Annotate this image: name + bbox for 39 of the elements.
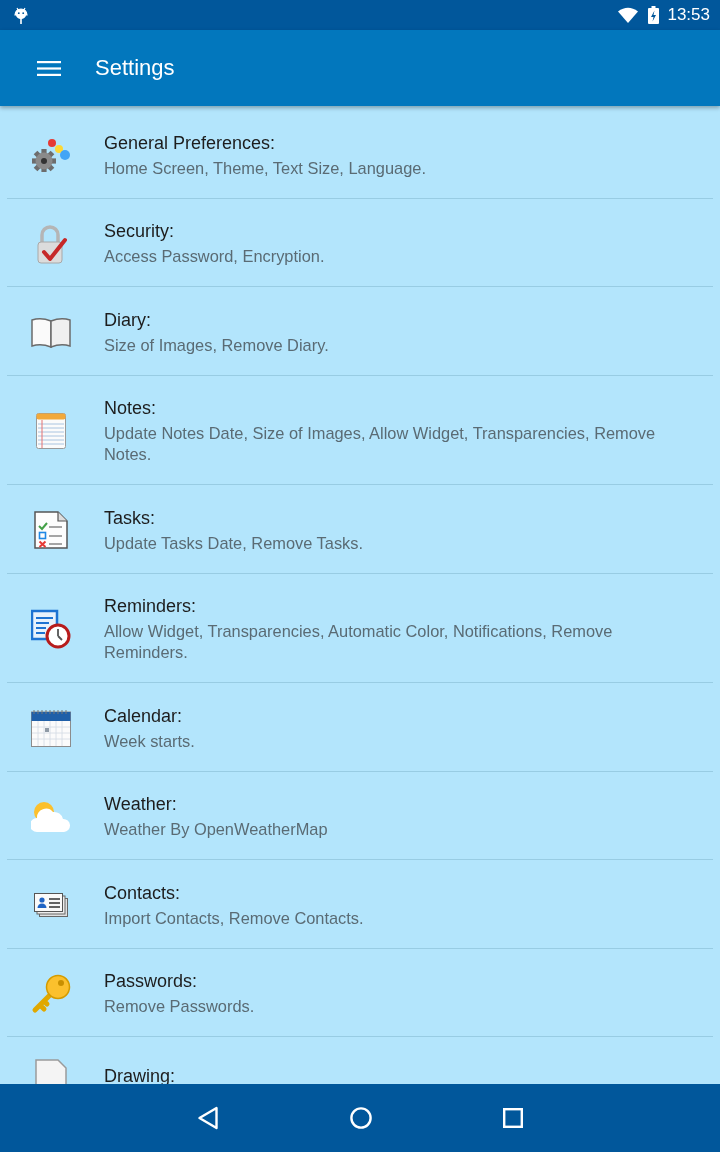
setting-title[interactable]: Diary: <box>104 308 151 331</box>
setting-summary: Remove Passwords. <box>104 996 255 1017</box>
sun-cloud-icon <box>31 800 71 833</box>
padlock-icon <box>35 223 67 264</box>
setting-summary: Update Tasks Date, Remove Tasks. <box>104 532 364 554</box>
setting-summary: Week starts. <box>104 730 195 752</box>
setting-title[interactable]: Reminders: <box>104 595 197 617</box>
back-icon[interactable] <box>197 1106 219 1130</box>
checklist-icon <box>34 511 68 549</box>
setting-summary: Access Password, Encryption. <box>104 246 325 267</box>
setting-summary: Weather By OpenWeatherMap <box>104 819 328 840</box>
setting-summary: Import Contacts, Remove Contacts. <box>104 907 364 929</box>
setting-title[interactable]: Tasks: <box>104 506 155 529</box>
setting-title[interactable]: Weather: <box>104 793 177 815</box>
recents-icon[interactable] <box>503 1108 523 1128</box>
setting-title[interactable]: Security: <box>104 220 175 242</box>
setting-summary: Allow Widget, Transparencies, Automatic Color, Notifications, Remove Reminders. <box>104 621 614 663</box>
setting-summary: Home Screen, Theme, Text Size, Language. <box>104 157 426 179</box>
clock-document-icon <box>31 609 71 649</box>
battery-icon <box>648 6 660 24</box>
wifi-icon <box>618 7 639 23</box>
status-time: 13:53 <box>667 5 710 25</box>
book-icon <box>31 316 71 348</box>
notepad-icon <box>36 413 66 449</box>
robot-icon <box>14 6 28 24</box>
contact-card-icon <box>34 893 68 917</box>
key-icon <box>31 973 71 1014</box>
setting-title[interactable]: General Preferences: <box>104 131 276 154</box>
home-icon[interactable] <box>350 1107 372 1129</box>
setting-title[interactable]: Passwords: <box>104 970 198 992</box>
menu-icon[interactable] <box>37 60 61 76</box>
setting-title[interactable]: Calendar: <box>104 704 183 727</box>
calendar-icon <box>31 709 71 747</box>
setting-summary: Size of Images, Remove Diary. <box>104 334 329 356</box>
setting-title[interactable]: Contacts: <box>104 881 181 904</box>
gear-icon <box>31 138 71 172</box>
app-bar-title: Settings <box>95 55 175 81</box>
setting-summary: Update Notes Date, Size of Images, Allow Widget, Transparencies, Remove Notes. <box>104 423 657 465</box>
setting-title[interactable]: Notes: <box>104 397 157 419</box>
